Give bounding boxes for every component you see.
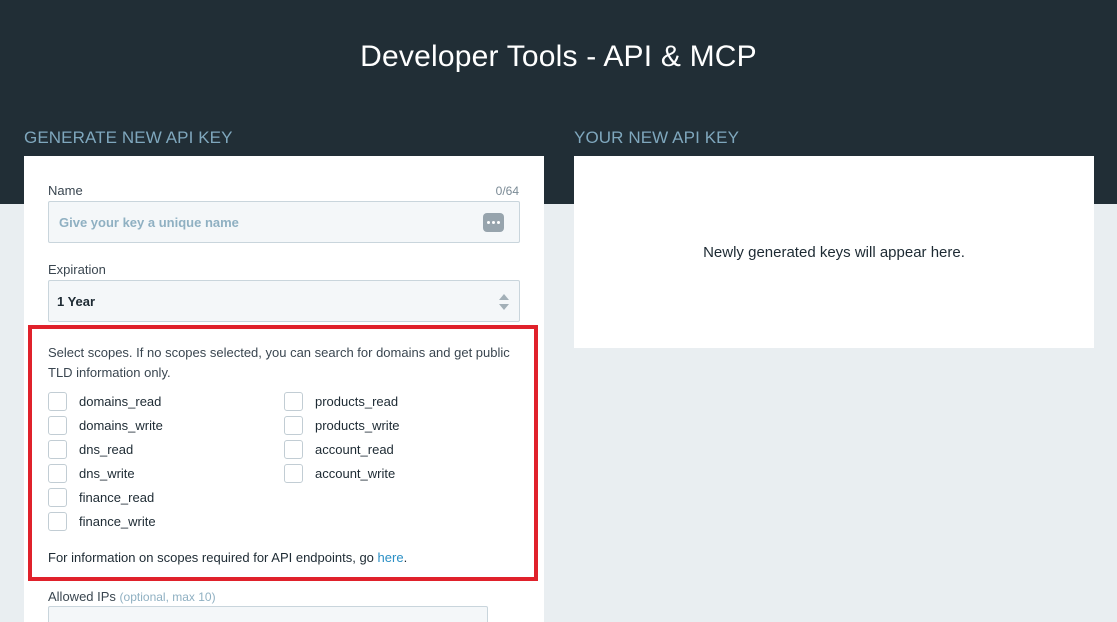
generate-key-heading: GENERATE NEW API KEY — [24, 128, 233, 147]
allowed-ips-hint: (optional, max 10) — [119, 590, 216, 604]
scope-label: finance_write — [79, 513, 156, 529]
scope-domains-read[interactable]: domains_read — [48, 391, 161, 411]
scope-checkbox[interactable] — [284, 463, 303, 483]
scope-products-write[interactable]: products_write — [284, 415, 400, 435]
dots-icon[interactable] — [483, 213, 504, 232]
scopes-help-link[interactable]: here — [378, 550, 404, 565]
scope-checkbox[interactable] — [48, 511, 67, 531]
scope-label: account_write — [315, 465, 396, 481]
scopes-footer-end: . — [403, 550, 408, 565]
scope-label: products_write — [315, 417, 400, 433]
scope-account-read[interactable]: account_read — [284, 439, 394, 459]
expiration-value: 1 Year — [57, 294, 96, 309]
scope-checkbox[interactable] — [284, 391, 303, 411]
scopes-intro: Select scopes. If no scopes selected, yo… — [48, 345, 510, 380]
new-key-panel: Newly generated keys will appear here. — [574, 156, 1094, 348]
page-title: Developer Tools - API & MCP — [360, 40, 757, 73]
scope-finance-write[interactable]: finance_write — [48, 511, 156, 531]
scope-dns-read[interactable]: dns_read — [48, 439, 133, 459]
expiration-select[interactable]: 1 Year — [48, 280, 520, 322]
scope-domains-write[interactable]: domains_write — [48, 415, 163, 435]
scope-label: account_read — [315, 441, 394, 457]
scopes-section: Select scopes. If no scopes selected, yo… — [28, 325, 538, 581]
scope-label: domains_read — [79, 393, 162, 409]
scope-checkbox[interactable] — [284, 415, 303, 435]
new-key-heading: YOUR NEW API KEY — [574, 128, 740, 147]
allowed-ips-input[interactable] — [48, 606, 488, 622]
name-label: Name — [48, 183, 83, 198]
name-input[interactable] — [49, 202, 519, 242]
scope-label: dns_read — [79, 441, 134, 457]
scopes-footer-text: For information on scopes required for A… — [48, 550, 378, 565]
scope-label: dns_write — [79, 465, 135, 481]
scope-label: domains_write — [79, 417, 163, 433]
scope-account-write[interactable]: account_write — [284, 463, 395, 483]
name-field[interactable] — [48, 201, 520, 243]
scope-checkbox[interactable] — [48, 415, 67, 435]
scope-label: finance_read — [79, 489, 155, 505]
empty-keys-message: Newly generated keys will appear here. — [703, 244, 965, 261]
allowed-ips-label: Allowed IPs (optional, max 10) — [48, 589, 216, 604]
scopes-footer: For information on scopes required for A… — [48, 550, 407, 565]
scope-finance-read[interactable]: finance_read — [48, 487, 154, 507]
scope-checkbox[interactable] — [284, 439, 303, 459]
allowed-ips-label-text: Allowed IPs — [48, 589, 116, 604]
scope-checkbox[interactable] — [48, 439, 67, 459]
updown-icon — [499, 294, 509, 310]
name-char-count: 0/64 — [495, 184, 519, 198]
expiration-label: Expiration — [48, 262, 106, 277]
scope-dns-write[interactable]: dns_write — [48, 463, 135, 483]
scope-checkbox[interactable] — [48, 487, 67, 507]
scope-checkbox[interactable] — [48, 391, 67, 411]
scope-label: products_read — [315, 393, 399, 409]
scope-products-read[interactable]: products_read — [284, 391, 398, 411]
scope-checkbox[interactable] — [48, 463, 67, 483]
generate-key-panel: Name 0/64 Expiration 1 Year Select scope… — [24, 156, 544, 622]
